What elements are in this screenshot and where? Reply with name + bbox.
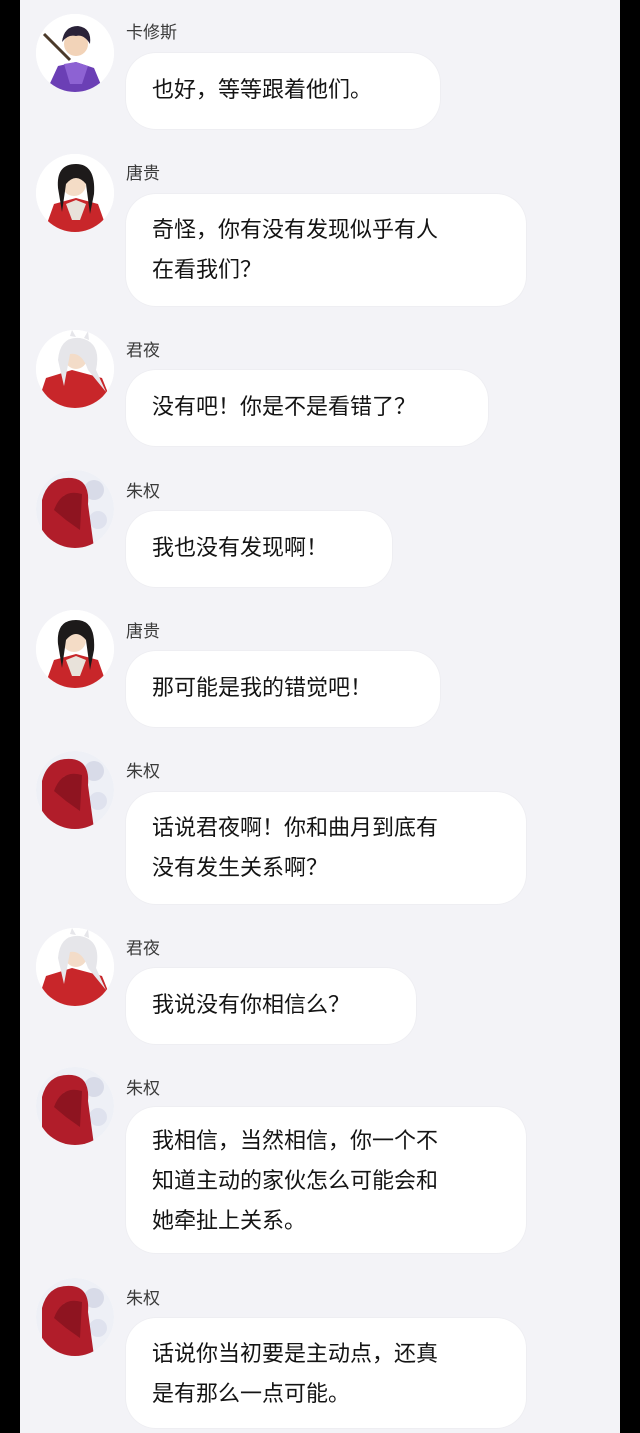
sender-name: 君夜 xyxy=(126,939,160,959)
red-hair-avatar-icon[interactable] xyxy=(36,470,114,548)
sender-name: 君夜 xyxy=(126,341,160,361)
message-bubble[interactable]: 没有吧！你是不是看错了？ xyxy=(126,370,488,446)
message-bubble[interactable]: 那可能是我的错觉吧！ xyxy=(126,651,440,727)
sender-name: 朱权 xyxy=(126,762,160,782)
red-hair-avatar-icon[interactable] xyxy=(36,1067,114,1145)
message-text-line: 是有那么一点可能。 xyxy=(152,1382,351,1407)
sender-name: 唐贵 xyxy=(126,622,160,642)
message-text-line: 那可能是我的错觉吧！ xyxy=(152,676,373,701)
message-bubble[interactable]: 我也没有发现啊！ xyxy=(126,511,392,587)
sender-name: 朱权 xyxy=(126,482,160,502)
message-text-line: 我说没有你相信么？ xyxy=(152,993,351,1018)
message-bubble[interactable]: 话说你当初要是主动点，还真 是有那么一点可能。 xyxy=(126,1318,526,1428)
message-bubble[interactable]: 我相信，当然相信，你一个不 知道主动的家伙怎么可能会和 她牵扯上关系。 xyxy=(126,1107,526,1253)
message-bubble[interactable]: 话说君夜啊！你和曲月到底有 没有发生关系啊？ xyxy=(126,792,526,904)
message-text-line: 没有吧！你是不是看错了？ xyxy=(152,395,417,420)
message-text-line: 在看我们？ xyxy=(152,258,263,283)
message-text-line: 我也没有发现啊！ xyxy=(152,536,329,561)
message-bubble[interactable]: 奇怪，你有没有发现似乎有人 在看我们？ xyxy=(126,194,526,306)
message-text-line: 我相信，当然相信，你一个不 xyxy=(152,1129,439,1154)
sender-name: 唐贵 xyxy=(126,164,160,184)
chat-screen: 卡修斯 也好，等等跟着他们。 唐贵 奇怪，你有没有发现似乎有人 在看我们？ 君夜… xyxy=(20,0,620,1433)
message-text-line: 没有发生关系啊？ xyxy=(152,856,329,881)
white-hair-red-robe-avatar-icon[interactable] xyxy=(36,928,114,1006)
red-hair-avatar-icon[interactable] xyxy=(36,751,114,829)
message-text-line: 话说君夜啊！你和曲月到底有 xyxy=(152,816,439,841)
message-text-line: 知道主动的家伙怎么可能会和 xyxy=(152,1169,439,1194)
message-bubble[interactable]: 也好，等等跟着他们。 xyxy=(126,53,440,129)
red-hair-avatar-icon[interactable] xyxy=(36,1278,114,1356)
message-text-line: 话说你当初要是主动点，还真 xyxy=(152,1342,439,1367)
sender-name: 朱权 xyxy=(126,1079,160,1099)
red-robe-long-hair-avatar-icon[interactable] xyxy=(36,154,114,232)
sender-name: 卡修斯 xyxy=(126,23,177,43)
message-text-line: 她牵扯上关系。 xyxy=(152,1209,307,1234)
message-text-line: 奇怪，你有没有发现似乎有人 xyxy=(152,218,439,243)
purple-ninja-avatar-icon[interactable] xyxy=(36,14,114,92)
white-hair-red-robe-avatar-icon[interactable] xyxy=(36,330,114,408)
red-robe-long-hair-avatar-icon[interactable] xyxy=(36,610,114,688)
sender-name: 朱权 xyxy=(126,1289,160,1309)
message-bubble[interactable]: 我说没有你相信么？ xyxy=(126,968,416,1044)
message-text-line: 也好，等等跟着他们。 xyxy=(152,78,373,103)
